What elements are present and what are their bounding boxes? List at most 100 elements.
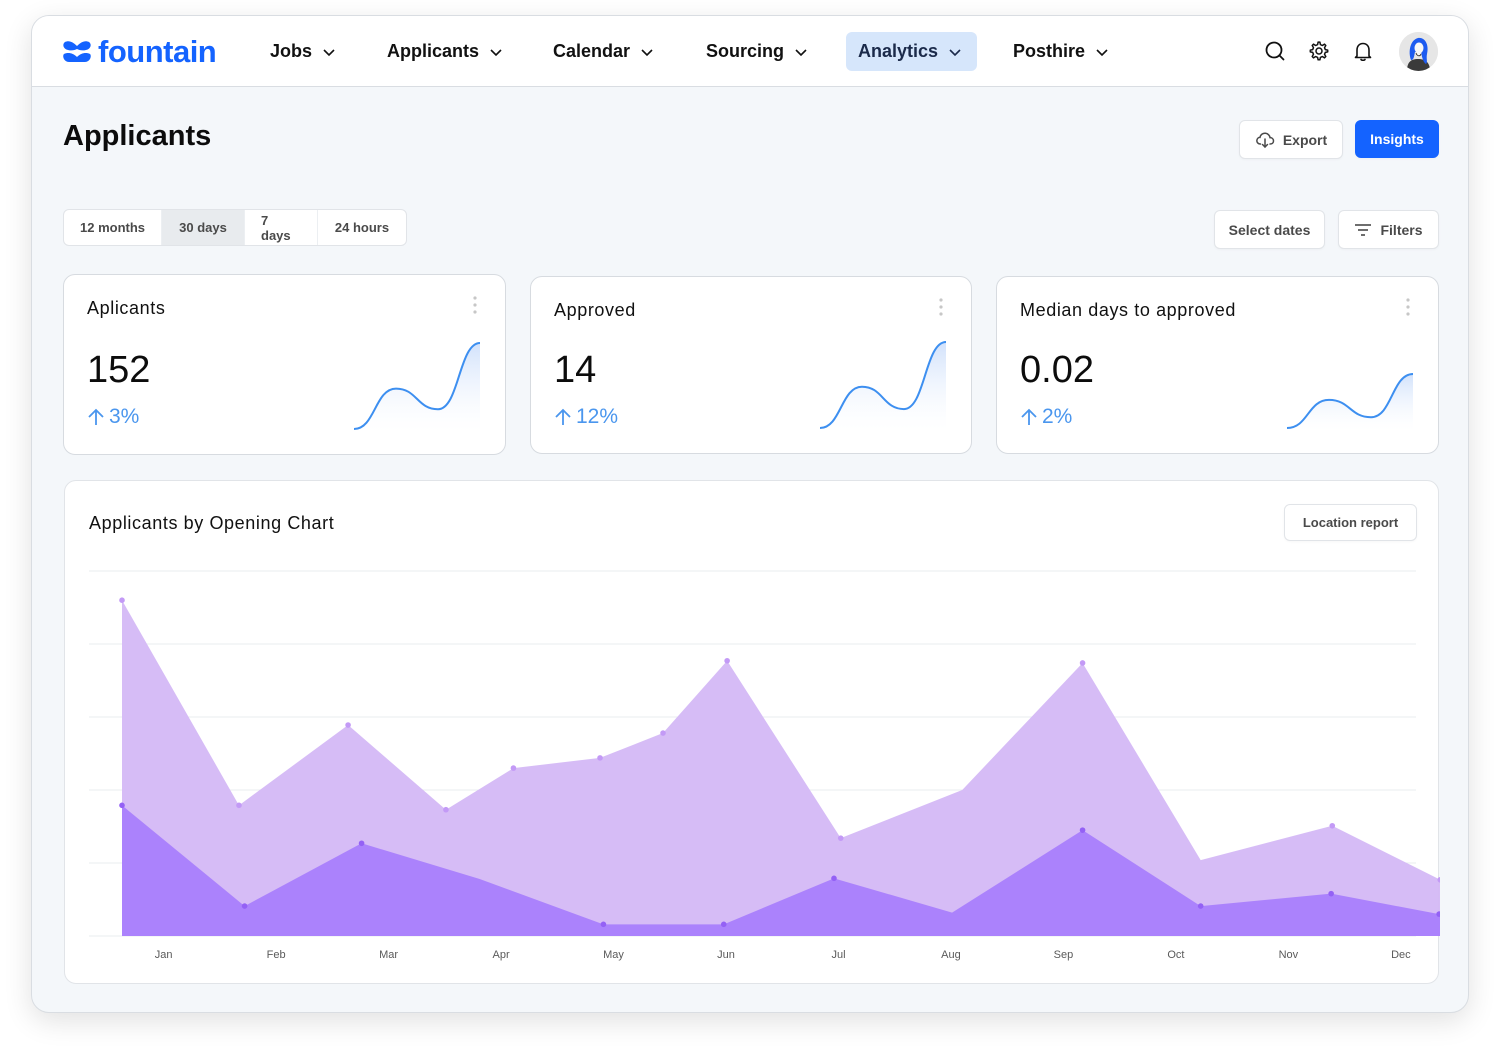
x-tick-label: Nov: [1279, 949, 1299, 961]
chevron-down-icon: [949, 48, 961, 56]
arrow-up-icon: [1021, 408, 1037, 425]
data-point[interactable]: [837, 835, 844, 841]
page-title: Applicants: [63, 120, 212, 152]
bell-icon[interactable]: [1352, 40, 1374, 62]
data-point[interactable]: [1329, 822, 1336, 829]
data-point[interactable]: [1079, 660, 1086, 666]
data-point[interactable]: [660, 730, 666, 736]
search-icon[interactable]: [1264, 40, 1286, 62]
x-tick-label: Jan: [155, 949, 173, 961]
sparkline-median-days: [1286, 373, 1414, 431]
filter-lines-icon: [1355, 223, 1372, 236]
date-range-segmented-control: 12 months 30 days 7 days 24 hours: [63, 209, 407, 246]
sparkline-area: [354, 343, 480, 432]
more-vertical-icon[interactable]: [471, 295, 479, 315]
data-point[interactable]: [600, 921, 607, 928]
data-point[interactable]: [724, 657, 730, 664]
kpi-delta: 3%: [87, 405, 139, 429]
nav-analytics[interactable]: Analytics: [846, 32, 977, 71]
data-point[interactable]: [720, 921, 727, 928]
kpi-value: 0.02: [1020, 349, 1094, 391]
chevron-down-icon: [323, 48, 335, 56]
nav-sourcing[interactable]: Sourcing: [694, 32, 820, 71]
range-24-hours[interactable]: 24 hours: [318, 210, 406, 245]
user-avatar[interactable]: [1399, 32, 1438, 71]
kpi-card-applicants: Aplicants 152 3%: [63, 274, 506, 455]
chevron-down-icon: [795, 48, 807, 56]
data-point[interactable]: [831, 875, 837, 882]
range-12-months[interactable]: 12 months: [64, 210, 162, 245]
data-point[interactable]: [1197, 903, 1204, 909]
range-7-days[interactable]: 7 days: [245, 210, 318, 245]
area-series: [122, 600, 1440, 936]
nav-jobs[interactable]: Jobs: [258, 32, 348, 71]
kpi-delta-value: 12%: [576, 405, 619, 428]
data-point[interactable]: [358, 840, 365, 847]
range-12-months-label: 12 months: [80, 220, 146, 235]
applicants-by-opening-chart-card: Applicants by Opening Chart Location rep…: [64, 480, 1440, 984]
data-point[interactable]: [1079, 827, 1086, 833]
x-tick-label: Mar: [379, 949, 398, 961]
export-label: Export: [1282, 131, 1328, 148]
filters-label: Filters: [1380, 221, 1423, 238]
sparkline-applicants: [353, 342, 481, 432]
x-tick-label: Sep: [1054, 949, 1074, 961]
x-tick-label: May: [603, 949, 624, 961]
gear-icon[interactable]: [1308, 40, 1330, 62]
range-7-days-label: 7 days: [261, 212, 291, 243]
arrow-up-icon: [88, 408, 104, 425]
nav-posthire[interactable]: Posthire: [1001, 32, 1121, 71]
nav-posthire-label: Posthire: [1013, 41, 1086, 61]
chevron-down-icon: [490, 48, 502, 56]
brand-logo[interactable]: fountain: [62, 34, 217, 70]
cloud-download-icon: [1255, 132, 1275, 148]
range-30-days[interactable]: 30 days: [162, 210, 245, 245]
arrow-up-icon: [555, 408, 571, 425]
x-axis-ticks: Jan Feb Mar Apr May Jun Jul Aug Sep Oct Nov Dec: [155, 949, 1411, 961]
nav-calendar-label: Calendar: [553, 41, 631, 61]
x-tick-label: Oct: [1167, 949, 1184, 961]
chevron-down-icon: [641, 48, 653, 56]
data-point[interactable]: [345, 722, 351, 728]
data-point[interactable]: [119, 597, 125, 603]
data-point[interactable]: [119, 802, 125, 809]
x-tick-label: Apr: [492, 949, 509, 961]
filters-button[interactable]: Filters: [1338, 210, 1439, 249]
brand-name: fountain: [98, 34, 217, 69]
kpi-value: 14: [554, 349, 597, 391]
select-dates-label: Select dates: [1228, 221, 1311, 238]
kpi-title: Approved: [554, 300, 636, 320]
kpi-delta-value: 3%: [109, 405, 140, 428]
x-tick-label: Jul: [831, 949, 845, 961]
insights-label: Insights: [1370, 131, 1424, 147]
data-point[interactable]: [236, 802, 242, 809]
nav-applicants[interactable]: Applicants: [375, 32, 515, 71]
more-vertical-icon[interactable]: [937, 297, 945, 317]
x-tick-label: Jun: [717, 949, 735, 961]
data-point[interactable]: [597, 755, 603, 761]
more-vertical-icon[interactable]: [1404, 297, 1412, 317]
kpi-delta: 12%: [554, 405, 618, 429]
kpi-card-median-days: Median days to approved 0.02 2%: [996, 276, 1439, 454]
kpi-card-approved: Approved 14 12%: [530, 276, 972, 454]
nav-applicants-label: Applicants: [387, 41, 480, 61]
nav-sourcing-label: Sourcing: [706, 41, 785, 61]
kpi-delta-value: 2%: [1042, 405, 1073, 428]
kpi-title: Median days to approved: [1020, 300, 1236, 320]
data-point[interactable]: [443, 806, 449, 813]
select-dates-button[interactable]: Select dates: [1214, 210, 1325, 249]
top-nav-bar: fountain Jobs Applicants Calendar Sourci…: [32, 16, 1468, 87]
x-tick-label: Aug: [941, 949, 961, 961]
data-point[interactable]: [1328, 890, 1334, 897]
insights-button[interactable]: Insights: [1355, 120, 1439, 158]
sparkline-area: [1287, 374, 1413, 431]
app-window: fountain Jobs Applicants Calendar Sourci…: [31, 15, 1469, 1013]
data-point[interactable]: [241, 903, 248, 909]
data-point[interactable]: [510, 765, 517, 771]
kpi-value: 152: [87, 349, 151, 391]
sparkline-area: [820, 342, 946, 431]
nav-calendar[interactable]: Calendar: [541, 32, 666, 71]
x-tick-label: Dec: [1391, 949, 1411, 961]
export-button[interactable]: Export: [1239, 120, 1343, 159]
nav-analytics-label: Analytics: [858, 41, 939, 61]
